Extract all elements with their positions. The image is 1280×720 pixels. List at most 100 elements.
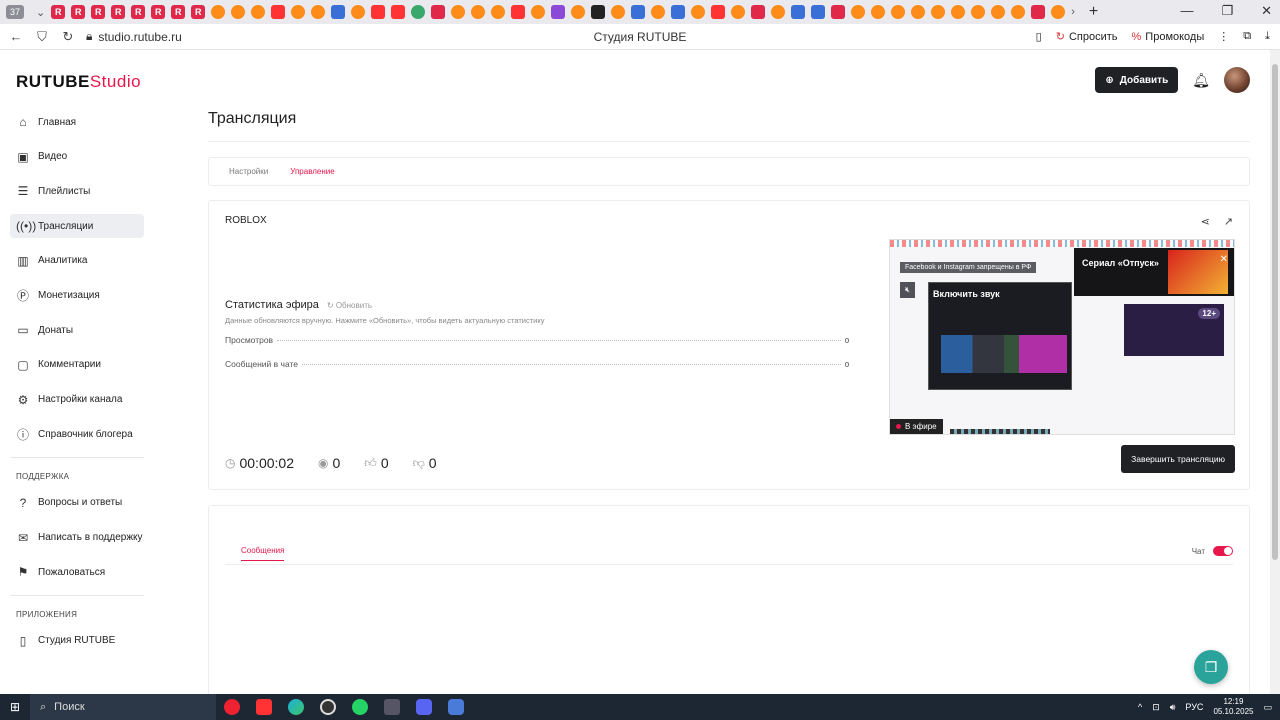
tray-chevron-icon[interactable]: ^ <box>1138 702 1142 712</box>
sidebar-item-comments[interactable]: ▢ Комментарии <box>10 353 144 377</box>
back-icon[interactable]: ← <box>6 29 26 44</box>
add-button[interactable]: ⊕ Добавить <box>1095 67 1179 93</box>
tab-favicon-icon[interactable]: R <box>131 5 146 19</box>
tab-favicon-icon[interactable]: R <box>151 5 166 19</box>
tab-favicon-icon[interactable] <box>331 5 346 19</box>
tab-favicon-icon[interactable] <box>671 5 686 19</box>
external-link-icon[interactable]: ↗ <box>1224 215 1233 228</box>
tab-favicon-icon[interactable] <box>511 5 526 19</box>
tab-favicon-icon[interactable] <box>831 5 846 19</box>
bell-icon[interactable]: 🔔︎ <box>1192 72 1210 89</box>
refresh-button[interactable]: ↻ Обновить <box>327 301 372 310</box>
tab-favicon-icon[interactable] <box>291 5 306 19</box>
tab-favicon-icon[interactable] <box>731 5 746 19</box>
reload-icon[interactable]: ↻ <box>58 29 78 45</box>
taskbar-app-studio[interactable] <box>440 694 472 720</box>
tab-favicon-icon[interactable] <box>451 5 466 19</box>
windows-start-icon[interactable]: ⊞ <box>0 700 30 714</box>
tab-favicon-icon[interactable] <box>431 5 446 19</box>
tab-favicon-icon[interactable] <box>751 5 766 19</box>
taskbar-app-discord[interactable] <box>408 694 440 720</box>
tab-management[interactable]: Управление <box>290 167 334 176</box>
taskbar-app-roblox[interactable] <box>376 694 408 720</box>
sidebar-item-channel-settings[interactable]: ⚙ Настройки канала <box>10 388 144 412</box>
sidebar-item-faq[interactable]: ? Вопросы и ответы <box>10 491 144 515</box>
tab-favicon-icon[interactable] <box>551 5 566 19</box>
ask-button[interactable]: Спросить <box>1056 30 1118 43</box>
taskbar-search[interactable]: ⌕ Поиск <box>30 694 216 720</box>
tab-favicon-icon[interactable] <box>411 5 426 19</box>
taskbar-app-obs[interactable] <box>312 694 344 720</box>
tab-favicon-icon[interactable] <box>971 5 986 19</box>
end-stream-button[interactable]: Завершить трансляцию <box>1121 445 1235 473</box>
tab-favicon-icon[interactable] <box>691 5 706 19</box>
share-icon[interactable]: ⋖ <box>1201 215 1210 228</box>
tab-favicon-icon[interactable]: R <box>171 5 186 19</box>
tab-favicon-icon[interactable] <box>231 5 246 19</box>
tab-favicon-icon[interactable]: R <box>191 5 206 19</box>
tab-favicon-icon[interactable] <box>871 5 886 19</box>
chevron-right-icon[interactable]: › <box>1071 6 1075 18</box>
clock[interactable]: 12:19 05.10.2025 <box>1213 697 1253 717</box>
sidebar-item-playlists[interactable]: ☰ Плейлисты <box>10 179 144 203</box>
tab-favicon-icon[interactable] <box>651 5 666 19</box>
scrollbar-thumb[interactable] <box>1272 64 1278 560</box>
tab-favicon-icon[interactable] <box>571 5 586 19</box>
chat-toggle[interactable] <box>1213 546 1233 556</box>
tab-favicon-icon[interactable] <box>251 5 266 19</box>
tab-favicon-icon[interactable] <box>211 5 226 19</box>
sidebar-item-contact-support[interactable]: ✉ Написать в поддержку <box>10 526 144 550</box>
volume-icon[interactable]: 🔊︎ <box>1170 702 1176 713</box>
tab-favicon-icon[interactable] <box>931 5 946 19</box>
tab-favicon-icon[interactable] <box>371 5 386 19</box>
url-field[interactable]: 🔒︎ studio.rutube.ru <box>86 29 182 44</box>
tab-favicon-icon[interactable] <box>711 5 726 19</box>
tab-favicon-icon[interactable] <box>951 5 966 19</box>
menu-icon[interactable]: ⋮ <box>1218 30 1229 43</box>
rutube-studio-logo[interactable]: RUTUBEStudio <box>16 72 141 92</box>
taskbar-app-edge[interactable] <box>280 694 312 720</box>
taskbar-app-whatsapp[interactable] <box>344 694 376 720</box>
download-icon[interactable]: ⤓ <box>1265 30 1270 43</box>
avatar[interactable] <box>1224 67 1250 93</box>
help-chat-icon[interactable]: ❐ <box>1194 650 1228 684</box>
sidebar-item-broadcasts[interactable]: ((•)) Трансляции <box>10 214 144 239</box>
tab-favicon-icon[interactable] <box>391 5 406 19</box>
sidebar-item-donations[interactable]: ▭ Донаты <box>10 318 144 342</box>
close-icon[interactable]: ✕ <box>1220 254 1228 265</box>
tab-messages[interactable]: Сообщения <box>241 546 285 561</box>
collections-icon[interactable]: ⧉ <box>1243 30 1251 43</box>
tab-favicon-icon[interactable] <box>811 5 826 19</box>
tab-settings[interactable]: Настройки <box>229 167 268 176</box>
maximize-icon[interactable]: ❐ <box>1221 3 1233 19</box>
tab-favicon-icon[interactable] <box>791 5 806 19</box>
tab-favicon-icon[interactable] <box>1011 5 1026 19</box>
bookmark-icon[interactable]: ▯ <box>1036 30 1042 43</box>
tab-favicon-icon[interactable] <box>891 5 906 19</box>
notification-icon[interactable]: ▭ <box>1263 702 1272 713</box>
new-tab-icon[interactable]: + <box>1089 3 1098 21</box>
language-indicator[interactable]: РУС <box>1185 702 1203 712</box>
mute-icon[interactable]: 🔇︎ <box>900 282 916 298</box>
tab-favicon-icon[interactable]: R <box>111 5 126 19</box>
tab-favicon-icon[interactable] <box>631 5 646 19</box>
sidebar-item-studio-app[interactable]: ▯ Студия RUTUBE <box>10 629 144 653</box>
sidebar-item-blogger-guide[interactable]: ⓘ Справочник блогера <box>10 422 144 446</box>
tab-favicon-icon[interactable] <box>531 5 546 19</box>
minimize-icon[interactable]: — <box>1180 3 1193 19</box>
taskbar-app-yandex-browser[interactable] <box>216 694 248 720</box>
tab-favicon-icon[interactable] <box>471 5 486 19</box>
sidebar-item-analytics[interactable]: ▥ Аналитика <box>10 249 144 273</box>
tab-favicon-icon[interactable] <box>991 5 1006 19</box>
sidebar-item-home[interactable]: ⌂ Главная <box>10 110 144 134</box>
protect-icon[interactable]: ⛉ <box>32 29 52 45</box>
tab-favicon-icon[interactable] <box>311 5 326 19</box>
tab-favicon-icon[interactable] <box>771 5 786 19</box>
sidebar-item-report[interactable]: ⚑ Пожаловаться <box>10 560 144 584</box>
tab-favicon-icon[interactable] <box>351 5 366 19</box>
tab-favicon-icon[interactable] <box>1031 5 1046 19</box>
sidebar-item-monetization[interactable]: Ⓟ Монетизация <box>10 283 144 307</box>
network-icon[interactable]: ⊡ <box>1152 702 1160 713</box>
tab-favicon-icon[interactable]: R <box>91 5 106 19</box>
promo-button[interactable]: Промокоды <box>1132 31 1204 43</box>
